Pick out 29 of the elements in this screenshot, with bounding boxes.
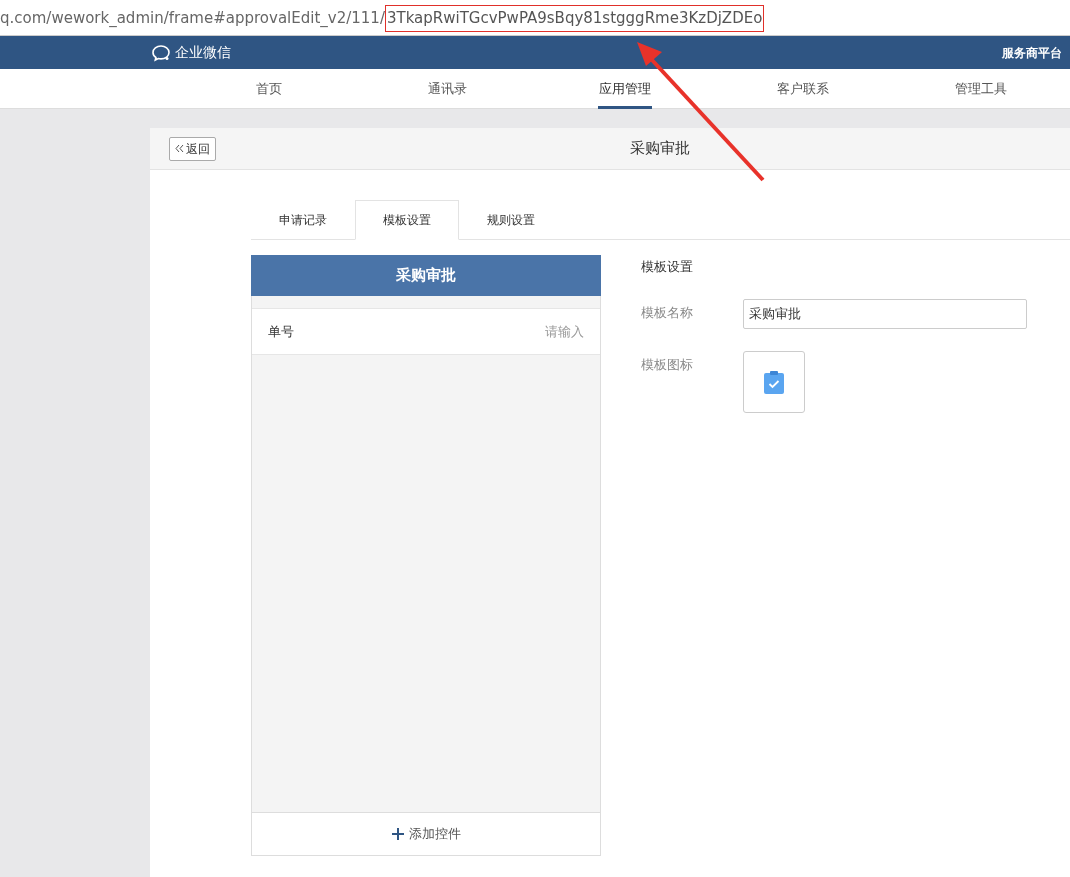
add-control-button[interactable]: 添加控件	[252, 812, 600, 855]
nav-tab[interactable]: 管理工具	[892, 69, 1070, 109]
field-placeholder: 请输入	[545, 322, 584, 341]
nav-tab[interactable]: 客户联系	[714, 69, 892, 109]
tab[interactable]: 规则设置	[459, 200, 563, 240]
clipboard-check-icon	[764, 369, 784, 394]
field-label: 模板图标	[641, 355, 694, 374]
nav-tab[interactable]: 通讯录	[358, 69, 536, 109]
highlighted-url-text: 3TkapRwiTGcvPwPA9sBqy81stgggRme3KzDjZDEo	[384, 5, 765, 32]
tab[interactable]: 申请记录	[251, 200, 355, 240]
chat-bubble-icon	[151, 43, 171, 62]
page-title: 采购审批	[630, 138, 690, 160]
template-name-field[interactable]: 采购审批	[743, 298, 1027, 329]
address-bar[interactable]: q.com/wework_admin/frame#approvalEdit_v2/111/3TkapRwiTGcvPwPA9sBqy81stgggRme3KzDjZDEo	[0, 0, 1070, 36]
logo-text: 企业微信	[175, 43, 231, 62]
nav-tab[interactable]: 应用管理	[536, 69, 714, 109]
double-chevron-left-icon	[175, 144, 184, 153]
tab[interactable]: 模板设置	[355, 200, 459, 240]
field-label: 模板名称	[641, 303, 694, 322]
plus-icon	[391, 828, 404, 840]
field-label: 单号	[268, 322, 294, 341]
preview-field-row[interactable]: 单号 请输入	[252, 308, 600, 355]
preview-title: 采购审批	[251, 255, 601, 296]
section-heading: 模板设置	[641, 258, 694, 276]
template-icon-picker[interactable]	[743, 350, 805, 413]
back-button[interactable]: 返回	[169, 136, 216, 161]
service-platform-link[interactable]: 服务商平台	[1002, 43, 1062, 62]
url-text: q.com/wework_admin/frame#approvalEdit_v2/111/	[0, 8, 385, 30]
nav-tab[interactable]: 首页	[180, 69, 358, 109]
